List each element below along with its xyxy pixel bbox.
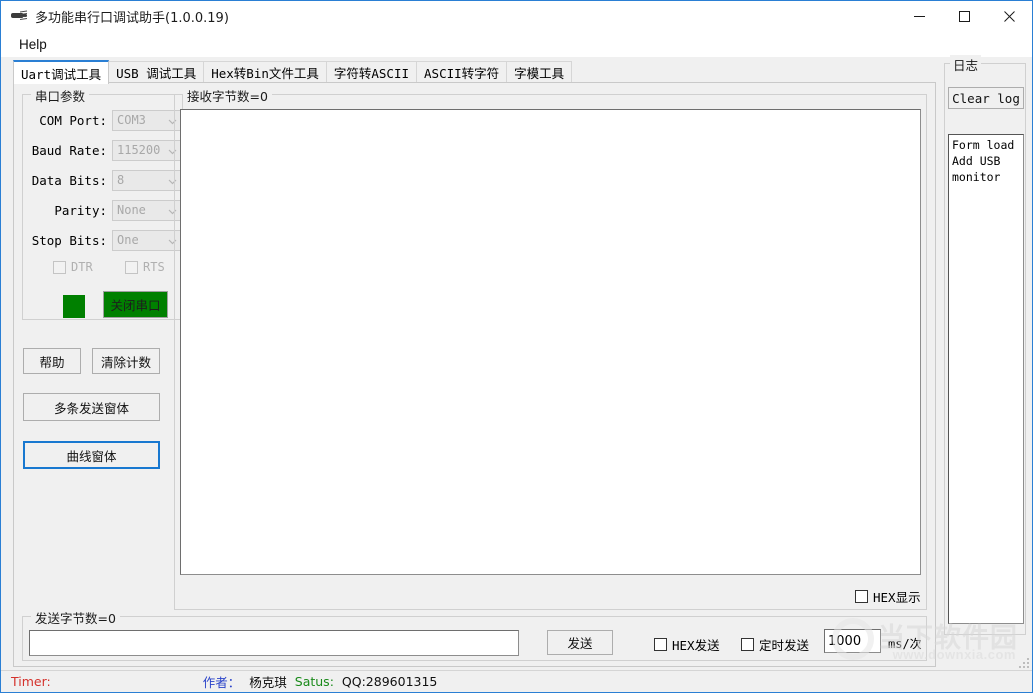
window-controls: [897, 1, 1032, 31]
dtr-checkbox-row[interactable]: DTR: [53, 260, 93, 274]
parity-value: None: [117, 203, 146, 217]
resize-grip[interactable]: [1017, 656, 1029, 668]
data-bits-label: Data Bits:: [31, 172, 107, 188]
tab-usb[interactable]: USB 调试工具: [108, 61, 205, 83]
serial-params-legend: 串口参数: [31, 86, 90, 105]
dtr-checkbox[interactable]: [53, 260, 66, 274]
tab-page-uart: 串口参数 COM Port: COM3 Baud Rate: 115200 Da…: [13, 82, 936, 667]
parity-select[interactable]: None: [112, 199, 182, 221]
log-textarea[interactable]: Form load Add USB monitor: [948, 134, 1024, 624]
menu-help[interactable]: Help: [10, 34, 56, 55]
send-input[interactable]: [29, 630, 519, 656]
multi-send-window-button[interactable]: 多条发送窗体: [23, 393, 160, 421]
serial-plug-icon: [10, 7, 28, 25]
clear-log-button[interactable]: Clear log: [948, 87, 1024, 109]
port-status-led: [63, 295, 85, 318]
window-title: 多功能串行口调试助手(1.0.0.19): [35, 10, 229, 26]
send-button[interactable]: 发送: [547, 630, 613, 655]
log-line: Add USB: [952, 154, 1001, 168]
tab-hex2bin[interactable]: Hex转Bin文件工具: [203, 61, 327, 83]
menu-bar: Help: [1, 31, 1032, 57]
com-port-value: COM3: [117, 113, 146, 127]
data-bits-select[interactable]: 8: [112, 169, 182, 191]
application-window: 多功能串行口调试助手(1.0.0.19) Help Uart调试工具 USB 调…: [0, 0, 1033, 693]
data-bits-value: 8: [117, 173, 125, 187]
maximize-button[interactable]: [942, 1, 987, 31]
timed-send-label: 定时发送: [759, 638, 810, 653]
curve-window-button[interactable]: 曲线窗体: [23, 441, 160, 469]
row-stop-bits: Stop Bits: One: [29, 229, 182, 251]
timed-send-checkbox[interactable]: [741, 638, 754, 651]
dtr-label: DTR: [71, 260, 93, 274]
stop-bits-label: Stop Bits:: [31, 232, 107, 248]
serial-params-group: 串口参数 COM Port: COM3 Baud Rate: 115200 Da…: [22, 86, 183, 320]
rts-checkbox-row[interactable]: RTS: [125, 260, 165, 274]
rts-checkbox[interactable]: [125, 260, 138, 274]
title-bar: 多功能串行口调试助手(1.0.0.19): [1, 1, 1032, 31]
status-author-label: 作者：: [202, 675, 241, 690]
status-timer: Timer:: [11, 674, 51, 689]
com-port-select[interactable]: COM3: [112, 109, 182, 131]
help-button[interactable]: 帮助: [23, 348, 81, 374]
tab-char2ascii[interactable]: 字符转ASCII: [325, 61, 418, 83]
receive-group: 接收字节数=0 HEX显示: [174, 86, 927, 610]
log-legend: 日志: [950, 55, 982, 74]
close-button[interactable]: [987, 1, 1032, 31]
toggle-port-button[interactable]: 关闭串口: [103, 291, 168, 318]
log-line: Form load: [952, 138, 1015, 152]
row-parity: Parity: None: [29, 199, 182, 221]
row-com-port: COM Port: COM3: [29, 109, 182, 131]
status-qq: QQ:289601315: [341, 674, 438, 689]
log-group: 日志 Clear log Form load Add USB monitor: [944, 55, 1026, 635]
send-interval-input[interactable]: [824, 629, 881, 653]
baud-rate-select[interactable]: 115200: [112, 139, 182, 161]
row-baud-rate: Baud Rate: 115200: [29, 139, 182, 161]
tab-uart[interactable]: Uart调试工具: [13, 60, 110, 84]
receive-count-label: 接收字节数=0: [183, 86, 272, 105]
hex-display-checkbox[interactable]: [855, 590, 868, 603]
row-data-bits: Data Bits: 8: [29, 169, 182, 191]
rts-label: RTS: [143, 260, 165, 274]
tab-ascii2char[interactable]: ASCII转字符: [416, 61, 508, 83]
tab-strip: Uart调试工具 USB 调试工具 Hex转Bin文件工具 字符转ASCII A…: [13, 60, 936, 84]
parity-label: Parity:: [54, 202, 107, 218]
wires-icon: [20, 10, 28, 21]
tab-font[interactable]: 字模工具: [506, 61, 573, 83]
hex-display-label: HEX显示: [873, 590, 921, 605]
clear-count-button[interactable]: 清除计数: [92, 348, 160, 374]
minimize-button[interactable]: [897, 1, 942, 31]
hex-send-checkbox-row[interactable]: HEX发送: [654, 635, 720, 654]
log-line: monitor: [952, 170, 1001, 184]
hex-send-checkbox[interactable]: [654, 638, 667, 651]
receive-textarea[interactable]: [180, 109, 921, 575]
stop-bits-value: One: [117, 233, 139, 247]
baud-rate-label: Baud Rate:: [31, 142, 107, 158]
status-author-name: 杨克琪: [249, 675, 287, 690]
hex-send-label: HEX发送: [672, 638, 720, 653]
status-status-label: Satus:: [294, 674, 334, 689]
hex-display-checkbox-row[interactable]: HEX显示: [855, 587, 921, 606]
send-interval-unit-label: ms/次: [888, 637, 922, 651]
com-port-label: COM Port:: [39, 112, 107, 128]
stop-bits-select[interactable]: One: [112, 229, 182, 251]
baud-rate-value: 115200: [117, 143, 161, 157]
status-bar: Timer: 作者： 杨克琪 Satus: QQ:289601315: [1, 670, 1032, 692]
timed-send-checkbox-row[interactable]: 定时发送: [741, 635, 809, 654]
send-count-label: 发送字节数=0: [31, 608, 120, 627]
